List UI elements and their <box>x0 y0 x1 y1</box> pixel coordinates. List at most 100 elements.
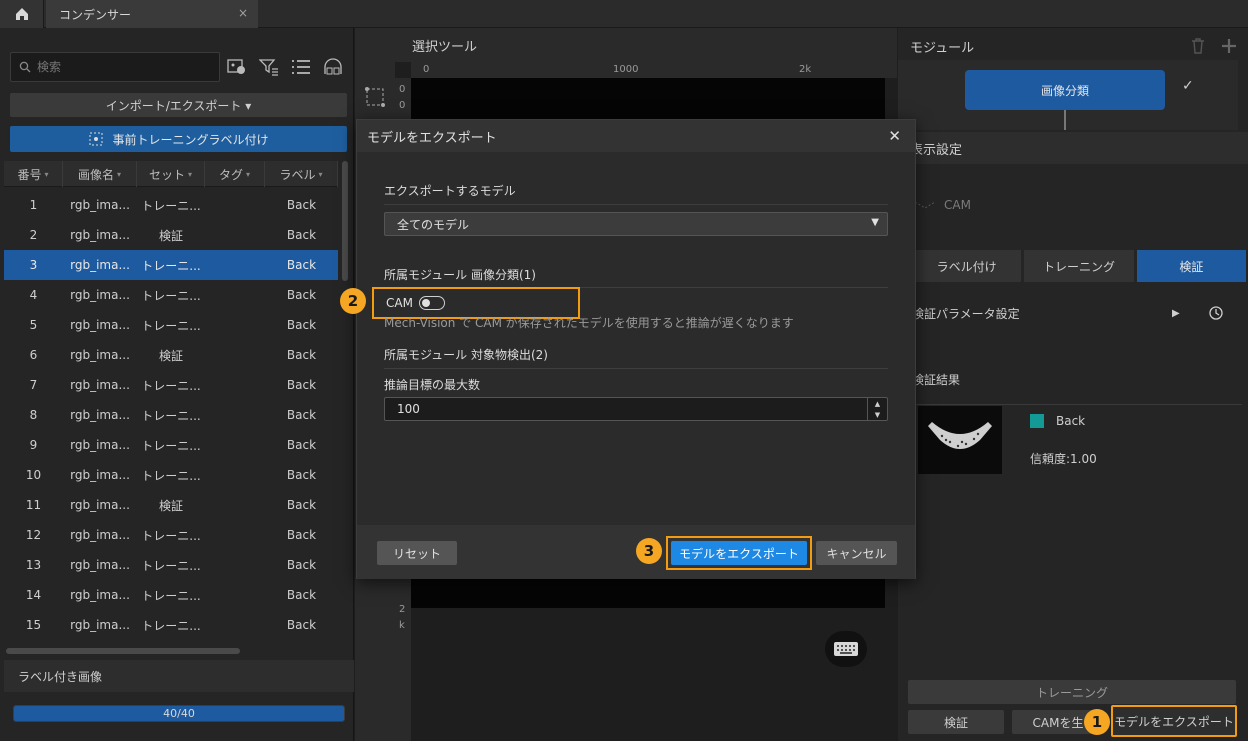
cancel-button[interactable]: キャンセル <box>816 541 897 565</box>
table-row[interactable]: 1 rgb_ima... トレーニ... Back <box>4 190 338 220</box>
add-icon[interactable] <box>1221 38 1237 54</box>
table-row[interactable]: 11 rgb_ima... 検証 Back <box>4 490 338 520</box>
cell-set: トレーニ... <box>141 618 201 633</box>
step-up-icon[interactable]: ▲ <box>868 398 887 409</box>
table-row[interactable]: 15 rgb_ima... トレーニ... Back <box>4 610 338 640</box>
check-icon: ✓ <box>1182 78 1194 94</box>
cell-set: トレーニ... <box>141 288 201 303</box>
table-row[interactable]: 8 rgb_ima... トレーニ... Back <box>4 400 338 430</box>
table-row[interactable]: 2 rgb_ima... 検証 Back <box>4 220 338 250</box>
cell-label: Back <box>286 378 317 392</box>
labeled-progress-bar: 40/40 <box>13 705 345 722</box>
image-table: 1 rgb_ima... トレーニ... Back 2 rgb_ima... 検証 Back 3… <box>4 190 338 640</box>
import-export-button[interactable]: インポート/エクスポート ▾ <box>10 93 347 117</box>
filter-icon[interactable] <box>258 56 280 78</box>
table-row[interactable]: 7 rgb_ima... トレーニ... Back <box>4 370 338 400</box>
export-model-button[interactable]: モデルをエクスポート <box>1111 705 1237 737</box>
cell-label: Back <box>286 228 317 242</box>
cell-set: トレーニ... <box>141 258 201 273</box>
col-label[interactable]: ラベル ▾ <box>265 161 338 187</box>
image-settings-icon[interactable] <box>226 56 248 78</box>
cell-label: Back <box>286 288 317 302</box>
cell-set: トレーニ... <box>141 588 201 603</box>
cam-display-row: CAM <box>914 198 971 212</box>
ruler-tick: 1000 <box>613 64 639 75</box>
table-row[interactable]: 13 rgb_ima... トレーニ... Back <box>4 550 338 580</box>
cell-name: rgb_ima... <box>70 198 130 212</box>
table-row[interactable]: 9 rgb_ima... トレーニ... Back <box>4 430 338 460</box>
module-node-classification[interactable]: 画像分類 <box>965 70 1165 110</box>
export-model-label: エクスポートするモデル <box>384 184 516 198</box>
expand-icon[interactable]: ▶ <box>1172 308 1180 319</box>
tab-title: コンデンサー <box>59 7 132 22</box>
table-row[interactable]: 10 rgb_ima... トレーニ... Back <box>4 460 338 490</box>
section-classification: 所属モジュール 画像分類(1) <box>384 268 536 282</box>
table-vertical-scrollbar[interactable] <box>342 161 348 281</box>
table-row[interactable]: 14 rgb_ima... トレーニ... Back <box>4 580 338 610</box>
pretrain-labeling-button[interactable]: 事前トレーニングラベル付け <box>10 126 347 152</box>
search-input[interactable] <box>37 60 207 74</box>
cell-name: rgb_ima... <box>70 288 130 302</box>
number-stepper[interactable]: ▲ ▼ <box>867 398 887 420</box>
mode-tabs: ラベル付け トレーニング 検証 <box>912 250 1246 282</box>
divider <box>384 204 888 205</box>
table-horizontal-scrollbar[interactable] <box>6 648 240 654</box>
cell-label: Back <box>286 468 317 482</box>
col-tag[interactable]: タグ ▾ <box>205 161 265 187</box>
train-button[interactable]: トレーニング <box>908 680 1236 704</box>
cell-no: 8 <box>29 408 38 422</box>
verify-params-label: 検証パラメータ設定 <box>912 306 1020 321</box>
tab-verification[interactable]: 検証 <box>1136 250 1246 282</box>
divider <box>384 368 888 369</box>
table-row[interactable]: 6 rgb_ima... 検証 Back <box>4 340 338 370</box>
labeled-images-header: ラベル付き画像 <box>4 660 354 692</box>
part-image <box>928 422 992 449</box>
verify-results-header: 検証結果 <box>912 373 961 387</box>
table-row[interactable]: 3 rgb_ima... トレーニ... Back <box>4 250 338 280</box>
tab-training[interactable]: トレーニング <box>1024 250 1134 282</box>
module-header: モジュール <box>898 34 1248 58</box>
step-down-icon[interactable]: ▼ <box>868 409 887 420</box>
table-row[interactable]: 12 rgb_ima... トレーニ... Back <box>4 520 338 550</box>
model-select-dropdown[interactable]: 全てのモデル ▼ <box>384 212 888 236</box>
tab-document[interactable]: コンデンサー × <box>46 0 258 28</box>
table-row[interactable]: 5 rgb_ima... トレーニ... Back <box>4 310 338 340</box>
list-view-icon[interactable] <box>290 56 312 78</box>
close-icon[interactable]: ✕ <box>888 127 901 145</box>
tab-labeling[interactable]: ラベル付け <box>912 250 1022 282</box>
verify-params-row[interactable]: 検証パラメータ設定 ▶ <box>912 301 1246 325</box>
reset-button[interactable]: リセット <box>377 541 457 565</box>
max-targets-value: 100 <box>397 402 420 416</box>
cell-name: rgb_ima... <box>70 408 130 422</box>
search-field[interactable] <box>10 52 220 82</box>
keyboard-shortcut-button[interactable] <box>825 631 867 667</box>
progress-text: 40/40 <box>163 707 195 720</box>
col-number[interactable]: 番号 ▾ <box>4 161 63 187</box>
max-targets-input[interactable]: 100 ▲ ▼ <box>384 397 888 421</box>
home-button[interactable] <box>0 0 44 28</box>
class-color-swatch <box>1030 414 1044 428</box>
ruler-tick: 2 <box>399 604 406 615</box>
step-badge-3: 3 <box>636 538 662 564</box>
col-set[interactable]: セット ▾ <box>137 161 205 187</box>
search-icon <box>19 61 31 73</box>
verify-button[interactable]: 検証 <box>908 710 1004 734</box>
cam-toggle[interactable] <box>418 296 445 310</box>
cell-label: Back <box>286 318 317 332</box>
history-icon[interactable] <box>1208 305 1224 321</box>
layout-icon[interactable] <box>322 56 344 78</box>
tab-close-icon[interactable]: × <box>238 6 248 20</box>
select-tool-icon[interactable] <box>364 86 386 108</box>
cell-name: rgb_ima... <box>70 348 130 362</box>
dialog-export-button[interactable]: モデルをエクスポート <box>666 536 812 570</box>
col-image-name[interactable]: 画像名 ▾ <box>63 161 137 187</box>
trash-icon[interactable] <box>1191 38 1205 54</box>
cell-no: 1 <box>29 198 38 212</box>
cell-no: 4 <box>29 288 38 302</box>
result-class-label: Back <box>1056 414 1086 428</box>
table-row[interactable]: 4 rgb_ima... トレーニ... Back <box>4 280 338 310</box>
cell-no: 12 <box>25 528 42 542</box>
cell-set: トレーニ... <box>141 528 201 543</box>
module-graph: 画像分類 ✓ <box>898 60 1238 130</box>
result-thumbnail[interactable] <box>918 406 1002 474</box>
